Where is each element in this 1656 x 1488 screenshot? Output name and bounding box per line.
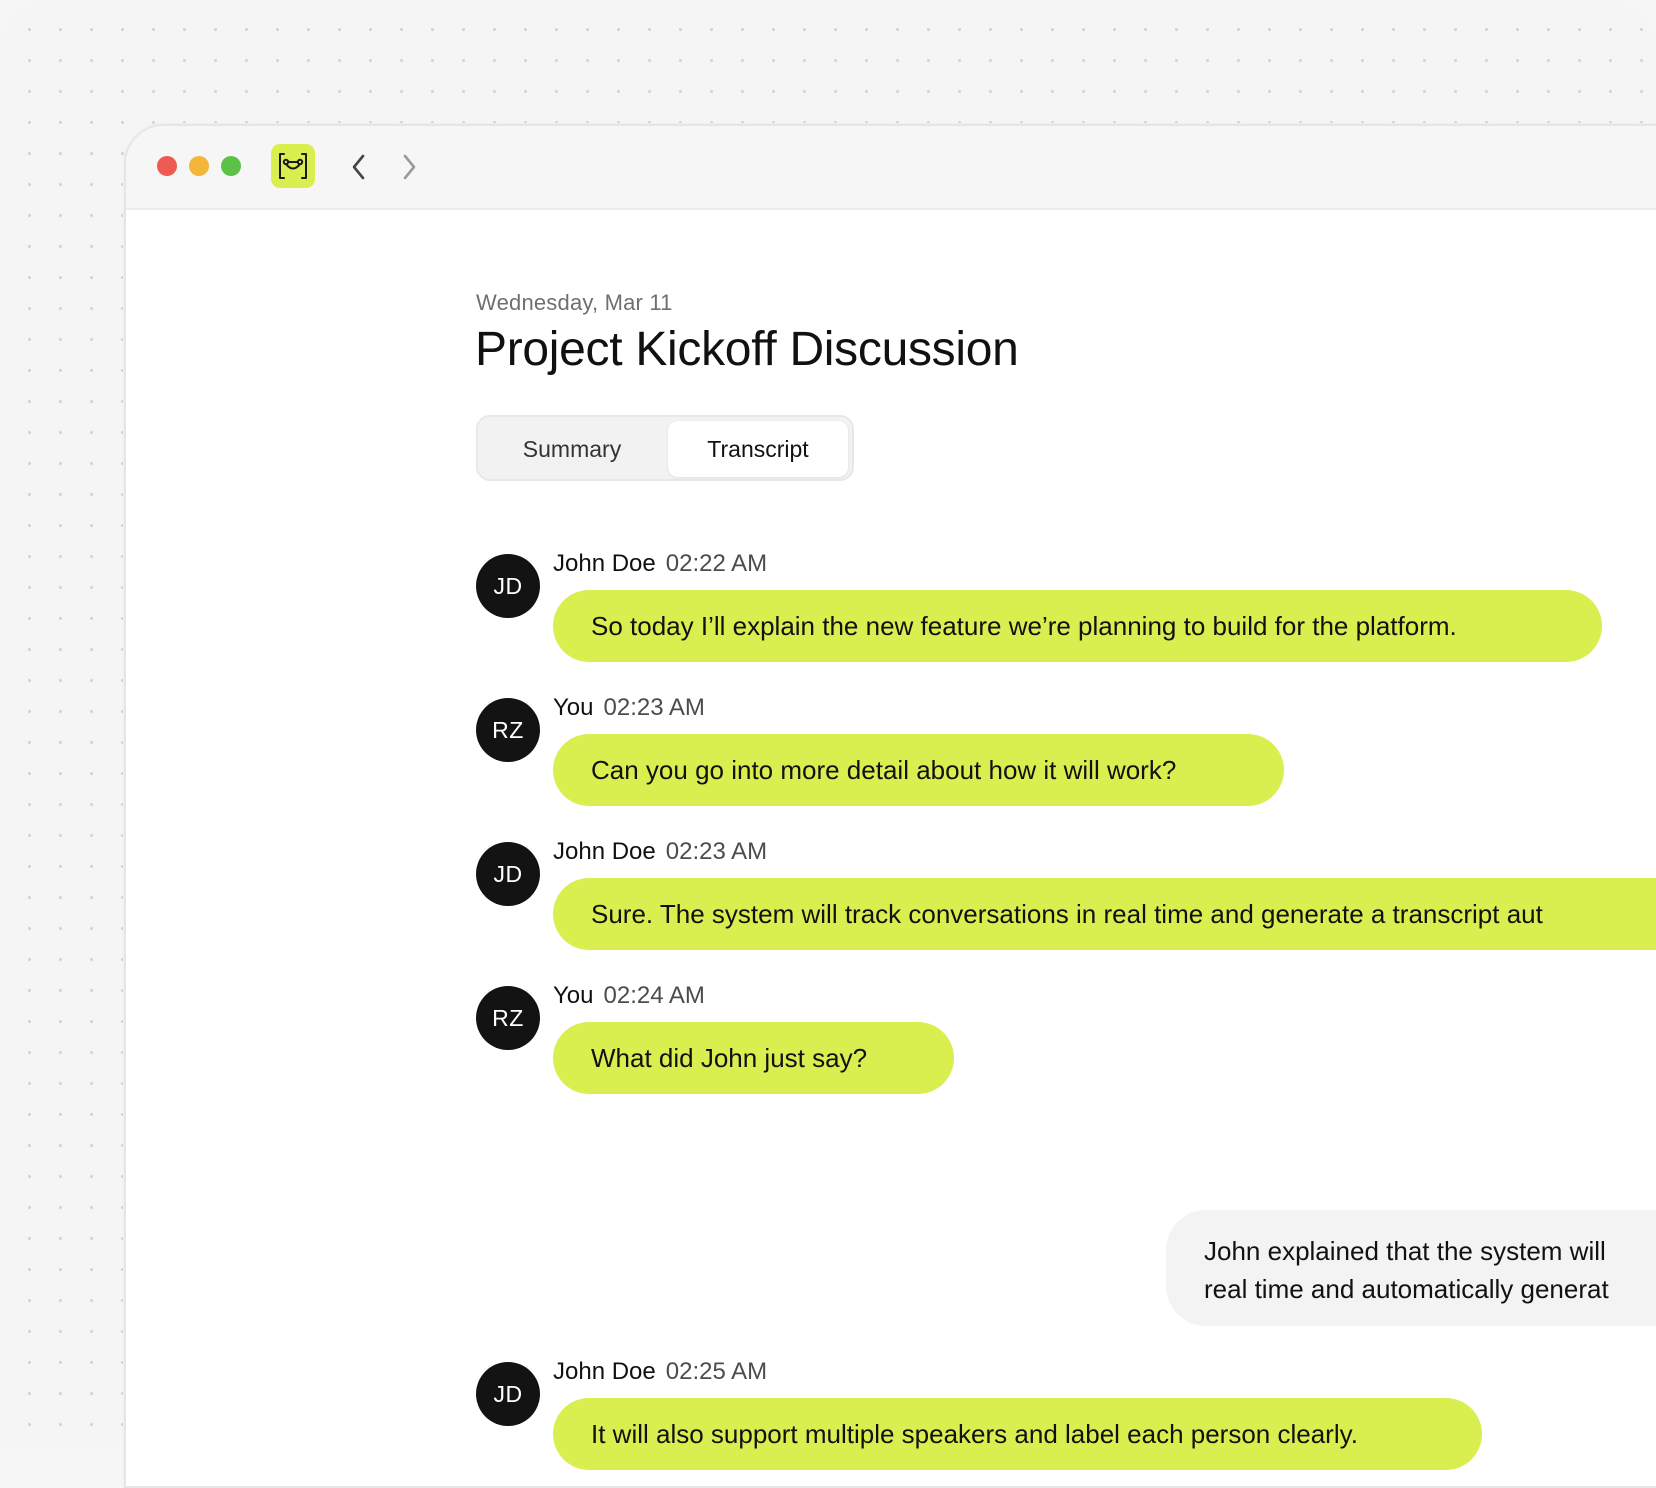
message-time: 02:22 AM [665, 550, 768, 577]
chevron-left-icon [352, 154, 365, 180]
speaker-name: John Doe [553, 550, 656, 577]
speaker-name: You [553, 982, 594, 1009]
message-meta: John Doe 02:25 AM [553, 1358, 767, 1386]
avatar: JD [476, 842, 540, 906]
message-time: 02:23 AM [603, 694, 705, 721]
forward-button[interactable] [394, 150, 424, 184]
page-title: Project Kickoff Discussion [475, 323, 1019, 376]
message-time: 02:23 AM [665, 838, 768, 865]
reply-line: John explained that the system will [1204, 1236, 1606, 1266]
transcript-view: Wednesday, Mar 11 Project Kickoff Discus… [126, 210, 1656, 1486]
maximize-window-button[interactable] [221, 156, 241, 176]
message-meta: You 02:23 AM [553, 694, 705, 722]
view-tabs: Summary Transcript [476, 415, 854, 481]
reply-line: real time and automatically generat [1204, 1274, 1609, 1304]
message-meta: John Doe 02:22 AM [553, 550, 767, 578]
avatar: RZ [476, 986, 540, 1050]
app-window: Wednesday, Mar 11 Project Kickoff Discus… [124, 124, 1656, 1488]
message-meta: John Doe 02:23 AM [553, 838, 767, 866]
avatar: RZ [476, 698, 540, 762]
bracket-link-icon[interactable] [271, 144, 315, 188]
back-button[interactable] [344, 150, 374, 184]
message-bubble: What did John just say? [553, 1022, 954, 1094]
message-bubble: Sure. The system will track conversation… [553, 878, 1656, 950]
title-bar [126, 126, 1656, 210]
avatar: JD [476, 1362, 540, 1426]
message-bubble: Can you go into more detail about how it… [553, 734, 1284, 806]
message-time: 02:25 AM [665, 1358, 768, 1385]
assistant-reply-bubble: John explained that the system will real… [1166, 1210, 1656, 1326]
message-bubble: So today I’ll explain the new feature we… [553, 590, 1602, 662]
message-bubble: It will also support multiple speakers a… [553, 1398, 1482, 1470]
minimize-window-button[interactable] [189, 156, 209, 176]
tab-transcript[interactable]: Transcript [668, 421, 848, 477]
tab-summary[interactable]: Summary [482, 421, 662, 477]
message-time: 02:24 AM [603, 982, 705, 1009]
message-meta: You 02:24 AM [553, 982, 705, 1010]
close-window-button[interactable] [157, 156, 177, 176]
speaker-name: You [553, 694, 594, 721]
chevron-right-icon [403, 154, 416, 180]
speaker-name: John Doe [553, 1358, 656, 1385]
meeting-date: Wednesday, Mar 11 [476, 290, 673, 315]
speaker-name: John Doe [553, 838, 656, 865]
avatar: JD [476, 554, 540, 618]
